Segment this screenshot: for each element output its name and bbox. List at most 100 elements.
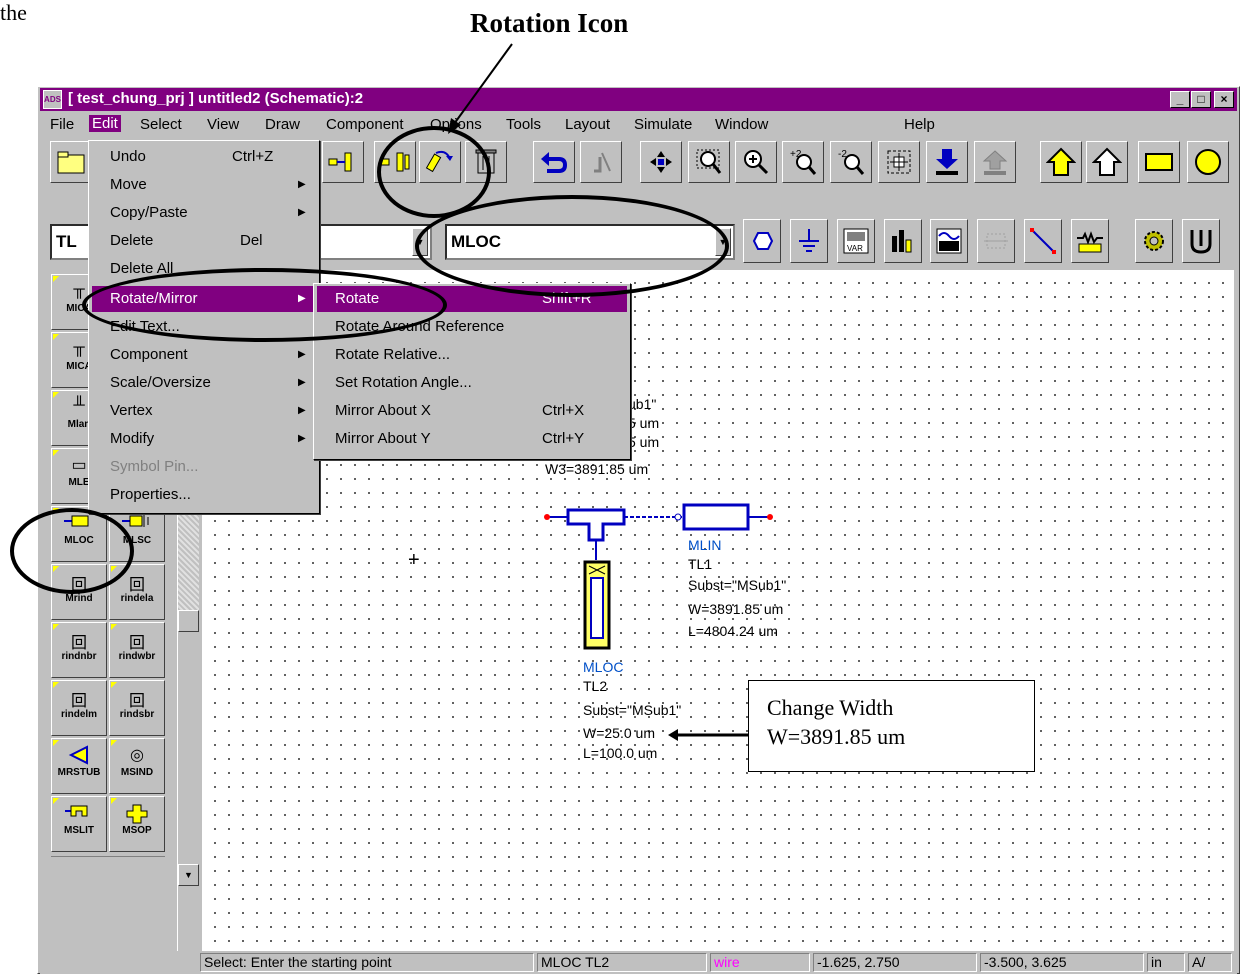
mlin-component: [682, 503, 750, 531]
menu-draw[interactable]: Draw: [265, 116, 300, 133]
menu-component[interactable]: Component: [326, 116, 404, 133]
zoom-area-icon: [696, 149, 722, 174]
probe-icon: [1190, 230, 1212, 254]
library-combo[interactable]: TL: [50, 224, 90, 260]
pop-out-hierarchy-button[interactable]: [974, 141, 1016, 183]
palette-item[interactable]: MSLIT: [51, 796, 107, 852]
palette-item[interactable]: MSOP: [109, 796, 165, 852]
menu-item-modify[interactable]: Modify ▶: [92, 426, 316, 452]
annotation-arrow-icon: [448, 43, 513, 134]
undo-arrow-icon: [541, 152, 568, 173]
menu-item-move[interactable]: Move ▶: [92, 172, 316, 198]
circle-button[interactable]: [1187, 141, 1229, 183]
port-outline-button[interactable]: [1086, 141, 1128, 183]
cursor-crosshair-icon: +: [408, 549, 420, 571]
menu-item-set-rotation-angle[interactable]: Set Rotation Angle...: [317, 370, 627, 396]
menu-item-undo[interactable]: Undo Ctrl+Z: [92, 144, 316, 170]
menu-item-properties[interactable]: Properties...: [92, 482, 316, 508]
maximize-button[interactable]: □: [1191, 91, 1211, 108]
palette-item[interactable]: 回 rindwbr: [109, 622, 165, 678]
submenu-arrow-icon: ▶: [298, 207, 306, 218]
menu-item-delete[interactable]: Delete Del: [92, 228, 316, 254]
rotation-icon-annotation-title: Rotation Icon: [470, 8, 629, 38]
resistor-icon: [1077, 231, 1103, 253]
menu-item-mirror-about-y[interactable]: Mirror About Y Ctrl+Y: [317, 426, 627, 452]
probe-tool-button[interactable]: [1182, 219, 1220, 263]
menu-window[interactable]: Window: [715, 116, 768, 133]
palette-item[interactable]: 回 rindelm: [51, 680, 107, 736]
spiral-inductor-icon: 回: [70, 693, 87, 710]
palette-divider: [51, 856, 165, 867]
window-title-bar[interactable]: ADS [ test_chung_prj ] untitled2 (Schema…: [40, 88, 1237, 111]
zoom-out-2x-button[interactable]: -2: [830, 141, 872, 183]
open-folder-button[interactable]: [50, 141, 92, 183]
zoom-area-button[interactable]: [688, 141, 730, 183]
status-bar: Select: Enter the starting point MLOC TL…: [40, 951, 1237, 974]
mlin-width: W=3891.85 um: [688, 601, 784, 617]
menu-item-vertex[interactable]: Vertex ▶: [92, 398, 316, 424]
zoom-in-2x-button[interactable]: +2: [782, 141, 824, 183]
scroll-down-arrow-icon[interactable]: ▼: [178, 864, 199, 886]
rectangle-button[interactable]: [1138, 141, 1180, 183]
resistor-tool-button[interactable]: [1071, 219, 1109, 263]
menu-help[interactable]: Help: [904, 116, 935, 133]
view-all-button[interactable]: [878, 141, 920, 183]
simulation-controller-button[interactable]: [930, 219, 968, 263]
gear-icon: [1144, 231, 1164, 251]
status-coordinate-2: -3.500, 3.625: [980, 953, 1144, 972]
menu-item-symbol-pin: Symbol Pin...: [110, 458, 199, 475]
svg-text:VAR: VAR: [847, 244, 863, 253]
palette-item[interactable]: 回 rindnbr: [51, 622, 107, 678]
menu-item-component[interactable]: Component ▶: [92, 342, 316, 368]
menu-view[interactable]: View: [207, 116, 239, 133]
mlin-length: L=4804.24 um: [688, 623, 778, 639]
var-tool-button[interactable]: VAR: [837, 219, 875, 263]
mloc-width: W=25.0 um: [583, 725, 655, 741]
status-unit: in: [1147, 953, 1185, 972]
annotation-ellipse-mloc-palette: [10, 508, 134, 594]
msop-icon: [110, 803, 164, 825]
spiral-inductor-icon: 回: [128, 635, 145, 652]
menu-item-copy-paste[interactable]: Copy/Paste ▶: [92, 200, 316, 226]
scrollbar-thumb[interactable]: [178, 610, 199, 632]
move-component-button[interactable]: [322, 141, 364, 183]
callout-line-1: Change Width: [767, 695, 894, 720]
view-all-icon: [887, 150, 911, 174]
wire-tool-button[interactable]: [1024, 219, 1062, 263]
submenu-arrow-icon: ▶: [298, 433, 306, 444]
zoom-in-button[interactable]: [735, 141, 777, 183]
gear-tool-button[interactable]: [1135, 219, 1173, 263]
var-equation-icon: VAR: [843, 228, 869, 254]
palette-item[interactable]: ◎ MSIND: [109, 738, 165, 794]
inactive-tool-button[interactable]: [977, 219, 1015, 263]
menu-item-scale-oversize[interactable]: Scale/Oversize ▶: [92, 370, 316, 396]
mlin-instance-name: TL1: [688, 556, 713, 572]
pan-view-button[interactable]: [640, 141, 682, 183]
menu-select[interactable]: Select: [140, 116, 182, 133]
spiral-inductor-icon: 回: [128, 693, 145, 710]
redo-button[interactable]: [580, 141, 622, 183]
port-tool-button[interactable]: [743, 219, 781, 263]
menu-item-mirror-about-x[interactable]: Mirror About X Ctrl+X: [317, 398, 627, 424]
palette-item[interactable]: 回 rindsbr: [109, 680, 165, 736]
push-into-hierarchy-button[interactable]: [926, 141, 968, 183]
palette-item[interactable]: MRSTUB: [51, 738, 107, 794]
close-button[interactable]: ×: [1214, 91, 1234, 108]
disabled-component-icon: [984, 233, 1008, 249]
menu-edit[interactable]: Edit: [89, 115, 121, 132]
ground-tool-button[interactable]: [790, 219, 828, 263]
menu-file[interactable]: File: [50, 116, 74, 133]
app-icon[interactable]: ADS: [43, 90, 62, 109]
menu-simulate[interactable]: Simulate: [634, 116, 692, 133]
undo-button[interactable]: [533, 141, 575, 183]
submenu-arrow-icon: ▶: [298, 179, 306, 190]
port-shape-button[interactable]: [1040, 141, 1082, 183]
menu-layout[interactable]: Layout: [565, 116, 610, 133]
document-text-fragment: the: [0, 0, 27, 25]
submenu-arrow-icon: ▶: [298, 405, 306, 416]
annotation-ellipse-rotate-menu: [82, 268, 447, 342]
display-template-button[interactable]: [884, 219, 922, 263]
minimize-button[interactable]: _: [1170, 91, 1190, 108]
menu-item-rotate-relative[interactable]: Rotate Relative...: [317, 342, 627, 368]
mlin-subst: Subst="MSub1": [688, 577, 787, 593]
